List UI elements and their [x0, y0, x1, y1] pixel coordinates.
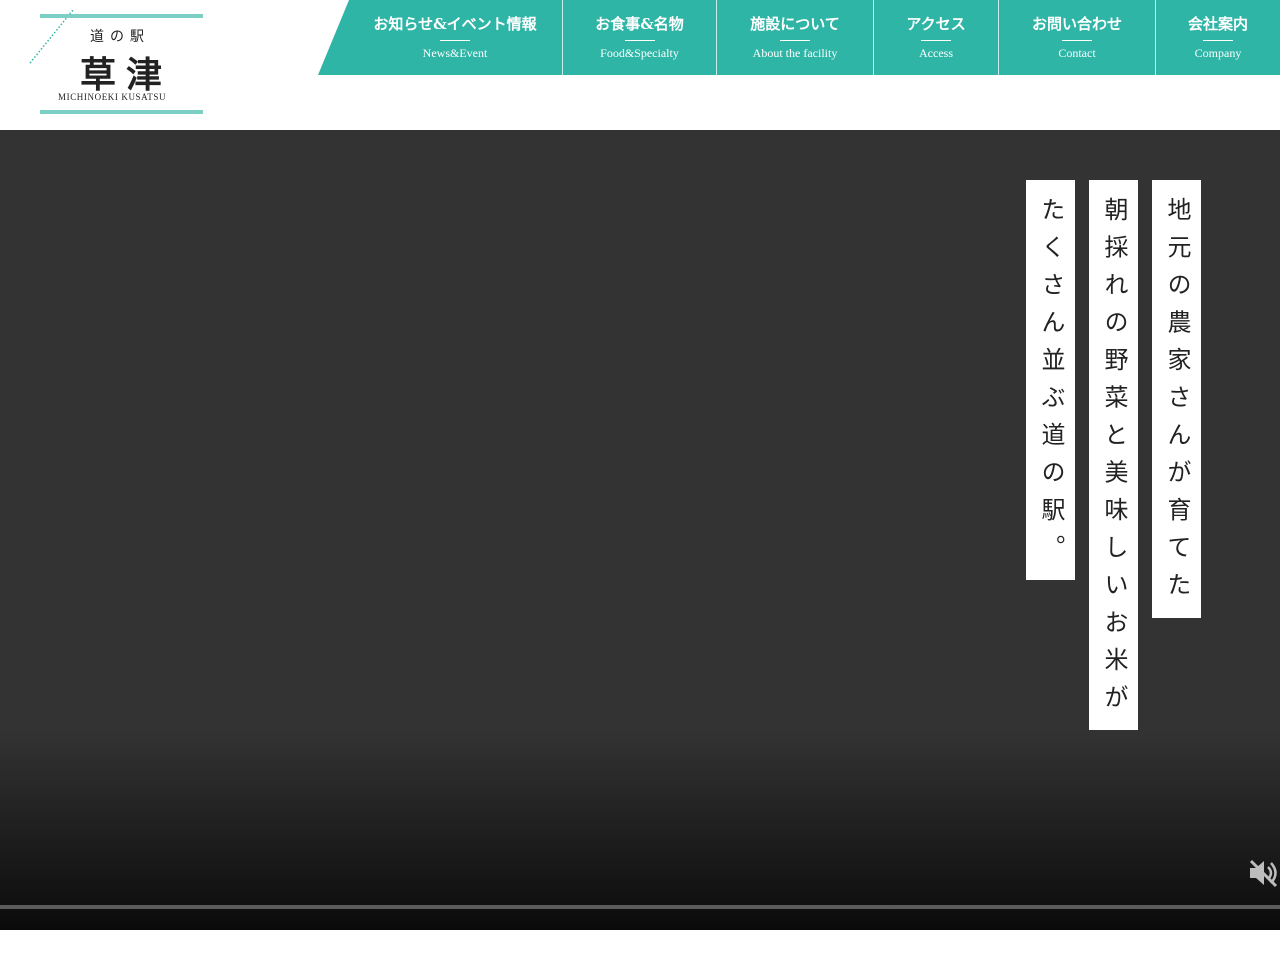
- nav-item-label: お知らせ&イベント情報: [373, 15, 537, 33]
- nav-items: お知らせ&イベント情報 News&Event お食事&名物 Food&Speci…: [318, 0, 1280, 75]
- nav-item-contact[interactable]: お問い合わせ Contact: [998, 0, 1155, 75]
- nav-item-divider: [1062, 40, 1092, 41]
- site-logo[interactable]: 道の駅 草津 MICHINOEKI KUSATSU: [28, 10, 204, 118]
- tagline-line-1: 地元の農家さんが育てた: [1152, 180, 1201, 618]
- nav-item-access[interactable]: アクセス Access: [873, 0, 998, 75]
- nav-item-sublabel: About the facility: [752, 46, 838, 60]
- nav-item-label: 施設について: [750, 15, 840, 33]
- logo-roman-text: MICHINOEKI KUSATSU: [58, 92, 167, 102]
- nav-item-sublabel: Company: [1194, 46, 1242, 60]
- nav-item-label: 会社案内: [1187, 15, 1248, 33]
- logo-main-text: 草津: [80, 54, 173, 96]
- global-nav: お知らせ&イベント情報 News&Event お食事&名物 Food&Speci…: [318, 0, 1280, 75]
- page-below-fold: [0, 930, 1280, 960]
- nav-item-sublabel: Food&Specialty: [600, 46, 679, 60]
- nav-item-facility[interactable]: 施設について About the facility: [716, 0, 873, 75]
- logo-small-text: 道の駅: [90, 29, 150, 45]
- nav-item-news[interactable]: お知らせ&イベント情報 News&Event: [318, 0, 562, 75]
- nav-item-food[interactable]: お食事&名物 Food&Specialty: [562, 0, 716, 75]
- logo-bar-bottom: [40, 110, 203, 114]
- nav-item-sublabel: Access: [919, 46, 953, 60]
- nav-item-label: アクセス: [906, 15, 966, 33]
- nav-item-divider: [440, 40, 470, 41]
- nav-item-label: お問い合わせ: [1031, 15, 1122, 33]
- speaker-muted-icon: [1249, 859, 1278, 888]
- nav-item-divider: [921, 40, 951, 41]
- site-header: 道の駅 草津 MICHINOEKI KUSATSU お知らせ&イベント情報 Ne…: [0, 0, 1280, 130]
- nav-item-sublabel: News&Event: [422, 46, 488, 60]
- mute-toggle-button[interactable]: [1247, 858, 1279, 888]
- nav-item-divider: [624, 40, 655, 41]
- nav-item-sublabel: Contact: [1058, 46, 1096, 60]
- logo-dotted-line-icon: [29, 10, 74, 64]
- hero-video: 地元の農家さんが育てた 朝採れの野菜と美味しいお米が たくさん並ぶ道の駅。: [0, 130, 1280, 930]
- nav-item-company[interactable]: 会社案内 Company: [1155, 0, 1280, 75]
- tagline-line-2: 朝採れの野菜と美味しいお米が: [1089, 180, 1138, 730]
- tagline-line-3: たくさん並ぶ道の駅。: [1026, 180, 1075, 580]
- logo-bar-top: [40, 14, 203, 18]
- video-progress-bar[interactable]: [0, 905, 1280, 909]
- nav-item-divider: [1203, 40, 1233, 41]
- nav-item-label: お食事&名物: [595, 15, 684, 33]
- nav-item-divider: [780, 40, 810, 41]
